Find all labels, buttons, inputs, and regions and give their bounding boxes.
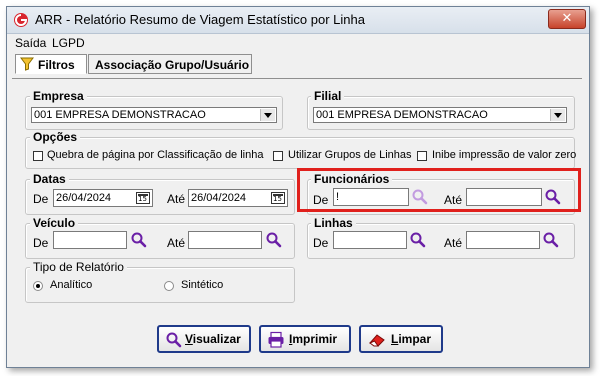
app-logo-icon xyxy=(14,13,28,27)
checkbox-quebra-pagina-label: Quebra de página por Classificação de li… xyxy=(47,149,264,161)
filial-select[interactable]: 001 EMPRESA DEMONSTRACAO xyxy=(313,107,567,123)
tab-filtros-label: Filtros xyxy=(38,58,75,72)
menu-item-saida[interactable]: Saída xyxy=(15,36,46,50)
limpar-button[interactable]: Limpar xyxy=(359,325,443,353)
data-final-value: 26/04/2024 xyxy=(191,192,247,204)
search-icon[interactable] xyxy=(130,231,148,249)
search-icon[interactable] xyxy=(265,231,283,249)
datas-legend: Datas xyxy=(30,172,69,186)
menu-bar: Saída LGPD xyxy=(7,34,589,52)
limpar-label: impar xyxy=(398,332,432,346)
calendar-icon[interactable]: 15 xyxy=(136,192,150,204)
chevron-down-icon[interactable] xyxy=(550,109,565,121)
menu-item-lgpd[interactable]: LGPD xyxy=(52,36,85,50)
tab-associacao[interactable]: Associação Grupo/Usuário xyxy=(88,54,252,74)
veiculo-legend: Veículo xyxy=(30,216,79,230)
imprimir-label: mprimir xyxy=(292,332,338,346)
window-title: ARR - Relatório Resumo de Viagem Estatís… xyxy=(35,12,365,27)
visualizar-label: isualizar xyxy=(192,332,241,346)
tab-associacao-label: Associação Grupo/Usuário xyxy=(95,58,250,72)
radio-sintetico-label: Sintético xyxy=(181,279,224,291)
filial-legend: Filial xyxy=(311,89,345,103)
opcoes-legend: Opções xyxy=(30,130,81,144)
radio-analitico-label: Analítico xyxy=(50,279,93,291)
printer-icon xyxy=(268,331,284,348)
highlight-box xyxy=(297,168,581,212)
veiculo-inicial-input[interactable] xyxy=(53,231,127,249)
datas-to-label: Até xyxy=(167,192,186,206)
tab-filtros[interactable]: Filtros xyxy=(15,54,87,74)
datas-from-label: De xyxy=(33,192,49,206)
funnel-icon xyxy=(20,57,34,71)
chevron-down-icon[interactable] xyxy=(260,109,275,121)
empresa-select[interactable]: 001 EMPRESA DEMONSTRACAO xyxy=(31,107,277,123)
data-final-input[interactable]: 26/04/2024 15 xyxy=(188,189,288,207)
calendar-icon[interactable]: 15 xyxy=(271,192,285,204)
linha-final-input[interactable] xyxy=(466,231,540,249)
linhas-legend: Linhas xyxy=(311,216,356,230)
search-icon[interactable] xyxy=(542,231,560,249)
linhas-from-label: De xyxy=(313,236,329,250)
checkbox-inibe-zero-label: Inibe impressão de valor zero xyxy=(432,149,577,161)
radio-analitico[interactable] xyxy=(33,281,43,291)
checkbox-inibe-zero[interactable] xyxy=(417,151,427,161)
checkbox-quebra-pagina[interactable] xyxy=(33,151,43,161)
checkbox-grupos-linhas-label: Utilizar Grupos de Linhas xyxy=(288,149,412,161)
filial-select-value: 001 EMPRESA DEMONSTRACAO xyxy=(316,109,488,121)
visualizar-button[interactable]: Visualizar xyxy=(157,325,251,353)
data-inicial-value: 26/04/2024 xyxy=(56,192,112,204)
linha-inicial-input[interactable] xyxy=(333,231,407,249)
radio-sintetico[interactable] xyxy=(164,281,174,291)
tab-strip: Filtros Associação Grupo/Usuário xyxy=(7,52,589,80)
report-window: ARR - Relatório Resumo de Viagem Estatís… xyxy=(6,6,590,368)
empresa-legend: Empresa xyxy=(30,89,87,103)
data-inicial-input[interactable]: 26/04/2024 15 xyxy=(53,189,153,207)
tipo-relatorio-legend: Tipo de Relatório xyxy=(30,260,127,274)
veiculo-to-label: Até xyxy=(167,236,186,250)
eraser-icon xyxy=(369,334,385,347)
linhas-to-label: Até xyxy=(444,236,463,250)
search-icon xyxy=(166,332,182,348)
veiculo-from-label: De xyxy=(33,236,49,250)
close-button[interactable]: ✕ xyxy=(548,9,586,29)
imprimir-button[interactable]: Imprimir xyxy=(259,325,351,353)
checkbox-grupos-linhas[interactable] xyxy=(273,151,283,161)
search-icon[interactable] xyxy=(409,231,427,249)
empresa-select-value: 001 EMPRESA DEMONSTRACAO xyxy=(34,109,206,121)
veiculo-final-input[interactable] xyxy=(188,231,262,249)
visualizar-mnemonic: V xyxy=(185,332,193,346)
title-bar: ARR - Relatório Resumo de Viagem Estatís… xyxy=(7,7,589,34)
